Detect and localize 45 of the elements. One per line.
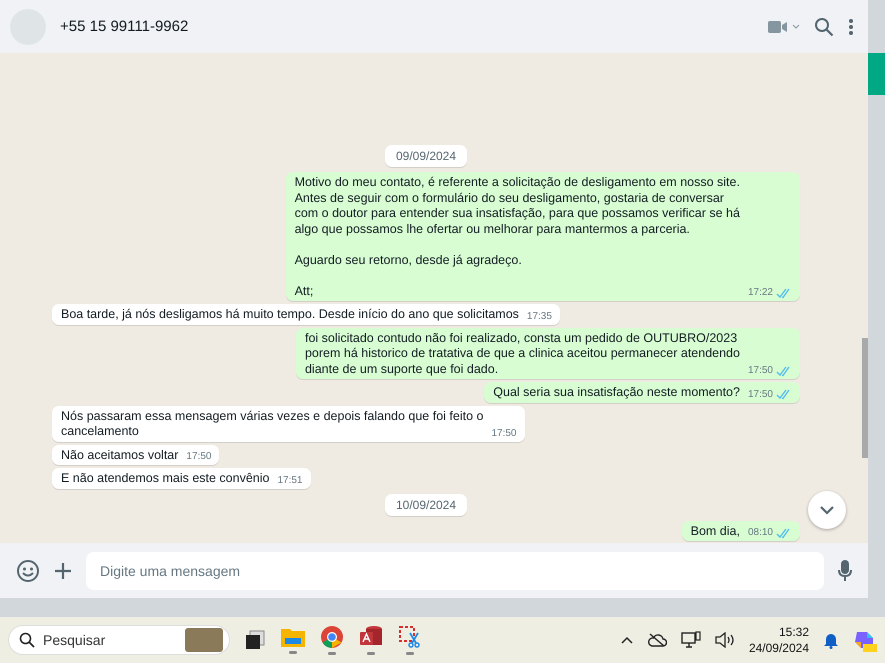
search-icon	[19, 632, 35, 648]
network-icon[interactable]	[680, 631, 701, 649]
browser-icon[interactable]	[320, 625, 344, 655]
message-text: Não aceitamos voltar	[61, 448, 178, 463]
message-text: Boa tarde, já nós desligamos há muito tempo. Desde início do ano que solicitamos	[61, 307, 519, 322]
message-time: 17:50	[748, 365, 773, 377]
message-input[interactable]: Digite uma mensagem	[86, 552, 824, 590]
message-time: 17:50	[491, 428, 516, 440]
emoji-icon[interactable]	[16, 558, 40, 582]
caret-icon	[792, 24, 800, 29]
message-time: 17:51	[277, 474, 302, 486]
speaker-icon[interactable]	[714, 632, 735, 648]
message-text: Motivo do meu contato, é referente a solicitação de desligamento em nosso site. Antes de seguir com o formulário do seu desligamento, gostaria de conversar com o doutor para entender sua insatisfação, para que possamos verificar se há algo que possamos lhe ofertar ou melhorar para mantermos a parceria. Aguardo seu retorno, desde já agradeço. Att;	[294, 175, 740, 299]
taskbar-search-field[interactable]: Pesquisar	[8, 625, 230, 655]
task-view-icon[interactable]	[244, 629, 266, 651]
chevron-up-icon[interactable]	[620, 636, 633, 644]
date-chip: 09/09/2024	[384, 145, 468, 167]
menu-icon[interactable]	[848, 18, 854, 36]
microphone-icon[interactable]	[838, 560, 852, 582]
contact-name: +55 15 99111-9962	[60, 18, 190, 35]
message-text: foi solicitado contudo não foi realizado, consta um pedido de OUTUBRO/2023 porem há historico de tratativa de que a clinica aceitou permanecer atendendo diante de um suporte que foi dado.	[304, 330, 740, 377]
message-time: 08:10	[748, 527, 773, 539]
search-placeholder: Pesquisar	[43, 632, 106, 648]
plus-icon[interactable]	[54, 562, 72, 580]
database-app-icon[interactable]	[358, 625, 384, 655]
folder-icon[interactable]	[280, 626, 306, 654]
message-time: 17:50	[186, 451, 212, 463]
message-text: Nós passaram essa mensagem várias vezes e depois falando que foi feito o cancelamento	[61, 408, 484, 440]
message-text: Qual seria sua insatisfação neste momento?	[493, 385, 740, 400]
video-call-button[interactable]	[768, 20, 800, 34]
chevron-down-icon	[819, 505, 835, 515]
taskbar-clock[interactable]: 15:32 24/09/2024	[748, 624, 809, 656]
scroll-down-button[interactable]	[808, 491, 846, 529]
side-panel-edge	[868, 53, 885, 95]
scissors-icon[interactable]	[398, 625, 422, 655]
search-icon[interactable]	[814, 16, 834, 36]
message-time: 17:22	[748, 287, 773, 299]
message-text: E não atendemos mais este convênio	[61, 471, 270, 486]
message-time: 17:50	[748, 388, 773, 400]
search-highlight-picture	[185, 628, 223, 652]
bell-icon[interactable]	[823, 631, 839, 649]
date-chip: 10/09/2024	[384, 494, 468, 516]
message-time: 17:35	[526, 310, 552, 322]
message-text: Bom dia,	[690, 524, 740, 539]
cloud-off-icon[interactable]	[646, 633, 667, 647]
